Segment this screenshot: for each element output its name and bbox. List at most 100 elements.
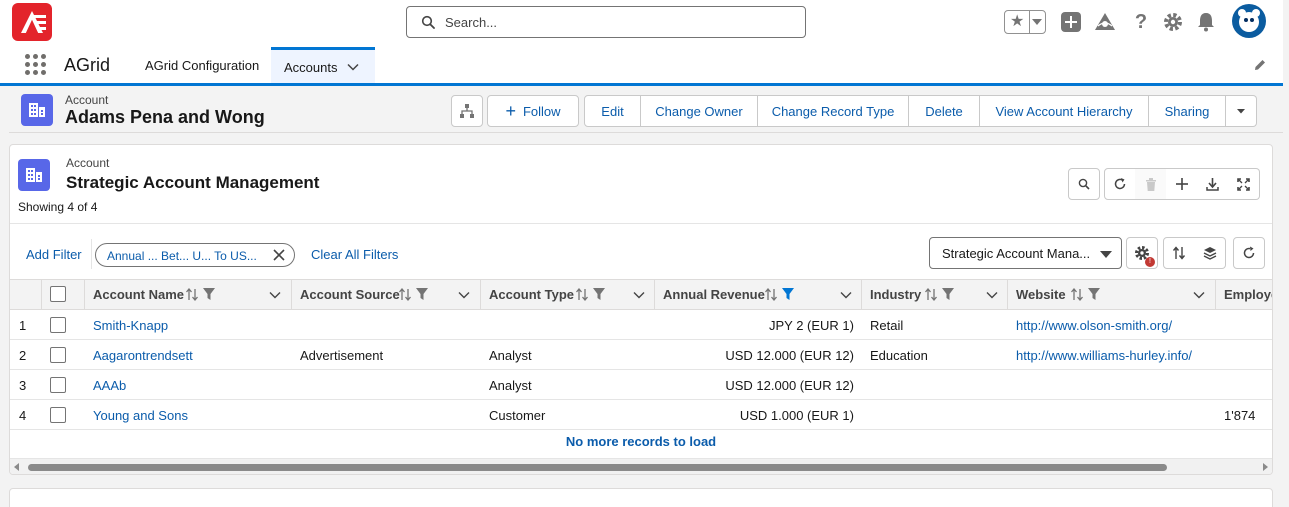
chevron-down-icon[interactable] <box>633 289 645 304</box>
table-row[interactable]: 1 Smith-Knapp JPY 2 (EUR 1) Retail http:… <box>10 310 1272 340</box>
table-row[interactable]: 3 AAAb Analyst USD 12.000 (EUR 12) <box>10 370 1272 400</box>
annual-revenue-cell: JPY 2 (EUR 1) <box>768 318 854 333</box>
column-header-annual-revenue[interactable]: Annual Revenue <box>655 280 862 310</box>
view-select[interactable]: Strategic Account Mana... <box>929 237 1122 269</box>
sort-button[interactable] <box>1163 237 1195 269</box>
refresh-button[interactable] <box>1104 168 1136 200</box>
chevron-down-icon[interactable] <box>840 289 852 304</box>
filter-icon[interactable] <box>942 288 954 304</box>
divider <box>91 239 92 269</box>
column-header-website[interactable]: Website <box>1008 280 1216 310</box>
page-scrollbar[interactable] <box>1283 0 1289 507</box>
filter-icon[interactable] <box>416 288 428 304</box>
row-checkbox[interactable] <box>50 347 66 363</box>
row-checkbox[interactable] <box>50 407 66 423</box>
table-row[interactable]: 4 Young and Sons Customer USD 1.000 (EUR… <box>10 400 1272 430</box>
industry-cell: Retail <box>870 318 904 333</box>
select-all-checkbox[interactable] <box>50 286 66 302</box>
favorites-button[interactable]: ★ <box>1004 10 1046 34</box>
sort-icon[interactable] <box>185 287 199 304</box>
filter-pill[interactable]: Annual ... Bet... U... To US... <box>95 243 295 267</box>
trailhead-icon[interactable] <box>1094 11 1116 33</box>
account-name-link[interactable]: Young and Sons <box>93 408 188 423</box>
sort-icon[interactable] <box>575 287 589 304</box>
delete-button[interactable]: Delete <box>909 95 980 127</box>
table-row[interactable]: 2 Aagarontrendsett Advertisement Analyst… <box>10 340 1272 370</box>
column-header-account-type[interactable]: Account Type <box>481 280 655 310</box>
filter-icon[interactable] <box>593 288 605 304</box>
clear-all-filters-link[interactable]: Clear All Filters <box>311 247 398 262</box>
chevron-down-icon[interactable] <box>1193 289 1205 304</box>
hierarchy-button[interactable] <box>451 95 483 127</box>
grid-search-button[interactable] <box>1068 168 1100 200</box>
setup-gear-icon[interactable] <box>1162 11 1184 33</box>
sharing-button[interactable]: Sharing <box>1149 95 1226 127</box>
chevron-down-icon[interactable] <box>269 289 281 304</box>
group-button[interactable] <box>1194 237 1226 269</box>
table-header: Account Name Account Source Account Type… <box>10 279 1272 310</box>
chevron-down-icon[interactable] <box>347 61 359 76</box>
sort-icon[interactable] <box>1070 287 1084 304</box>
no-more-records-text: No more records to load <box>565 434 717 449</box>
app-launcher-icon[interactable] <box>25 54 47 76</box>
row-checkbox[interactable] <box>50 377 66 393</box>
close-icon[interactable] <box>272 248 286 265</box>
column-header-industry[interactable]: Industry <box>862 280 1008 310</box>
chevron-down-icon[interactable] <box>986 289 998 304</box>
record-count: Showing 4 of 4 <box>18 200 98 214</box>
filter-icon[interactable] <box>1088 288 1100 304</box>
global-search[interactable] <box>406 6 806 38</box>
account-type-cell: Customer <box>489 408 546 423</box>
select-all-header <box>42 280 85 310</box>
scrollbar-thumb[interactable] <box>28 464 1167 471</box>
reset-button[interactable] <box>1233 237 1265 269</box>
favorites-dropdown-icon[interactable] <box>1032 19 1042 25</box>
edit-nav-pencil-icon[interactable] <box>1253 58 1267 75</box>
help-icon[interactable]: ? <box>1130 11 1152 33</box>
hierarchy-icon <box>460 104 474 118</box>
sort-icon[interactable] <box>764 287 778 304</box>
active-filter-icon[interactable] <box>782 288 794 304</box>
app-name: AGrid <box>64 55 111 75</box>
nav-item-agrid-configuration[interactable]: AGrid Configuration <box>145 58 259 73</box>
delete-rows-button[interactable] <box>1135 168 1167 200</box>
next-card <box>9 488 1273 507</box>
grid-title: Strategic Account Management <box>66 173 320 192</box>
edit-button[interactable]: Edit <box>584 95 641 127</box>
chevron-down-icon[interactable] <box>458 289 470 304</box>
website-link[interactable]: http://www.williams-hurley.info/ <box>1016 348 1192 363</box>
change-owner-button[interactable]: Change Owner <box>641 95 758 127</box>
scroll-left-arrow-icon[interactable] <box>14 463 19 471</box>
add-filter-link[interactable]: Add Filter <box>26 247 82 262</box>
website-link[interactable]: http://www.olson-smith.org/ <box>1016 318 1172 333</box>
row-checkbox[interactable] <box>50 317 66 333</box>
search-input[interactable] <box>445 12 785 32</box>
change-record-type-button[interactable]: Change Record Type <box>758 95 909 127</box>
account-name-link[interactable]: Aagarontrendsett <box>93 348 193 363</box>
notifications-bell-icon[interactable] <box>1195 11 1217 33</box>
follow-button[interactable]: + Follow <box>487 95 579 127</box>
sort-icon[interactable] <box>398 287 412 304</box>
column-header-account-name[interactable]: Account Name <box>85 280 292 310</box>
avatar[interactable] <box>1232 4 1266 38</box>
account-name-link[interactable]: Smith-Knapp <box>93 318 168 333</box>
export-button[interactable] <box>1197 168 1229 200</box>
plus-icon <box>1175 178 1188 190</box>
horizontal-scrollbar[interactable] <box>10 458 1272 474</box>
warning-badge: ! <box>1145 257 1155 267</box>
grid-settings-button[interactable]: ! <box>1126 237 1158 269</box>
scroll-right-arrow-icon[interactable] <box>1263 463 1268 471</box>
sort-icon[interactable] <box>924 287 938 304</box>
account-name-link[interactable]: AAAb <box>93 378 126 393</box>
add-icon[interactable] <box>1060 11 1082 33</box>
view-select-value: Strategic Account Mana... <box>942 246 1091 261</box>
new-record-button[interactable] <box>1166 168 1198 200</box>
fullscreen-button[interactable] <box>1228 168 1260 200</box>
filter-icon[interactable] <box>203 288 215 304</box>
column-header-employees[interactable]: Employe <box>1216 280 1272 310</box>
nav-item-accounts[interactable]: Accounts <box>271 47 375 83</box>
view-account-hierarchy-button[interactable]: View Account Hierarchy <box>980 95 1149 127</box>
app-logo[interactable] <box>12 3 52 41</box>
more-actions-button[interactable] <box>1226 95 1257 127</box>
column-header-account-source[interactable]: Account Source <box>292 280 481 310</box>
